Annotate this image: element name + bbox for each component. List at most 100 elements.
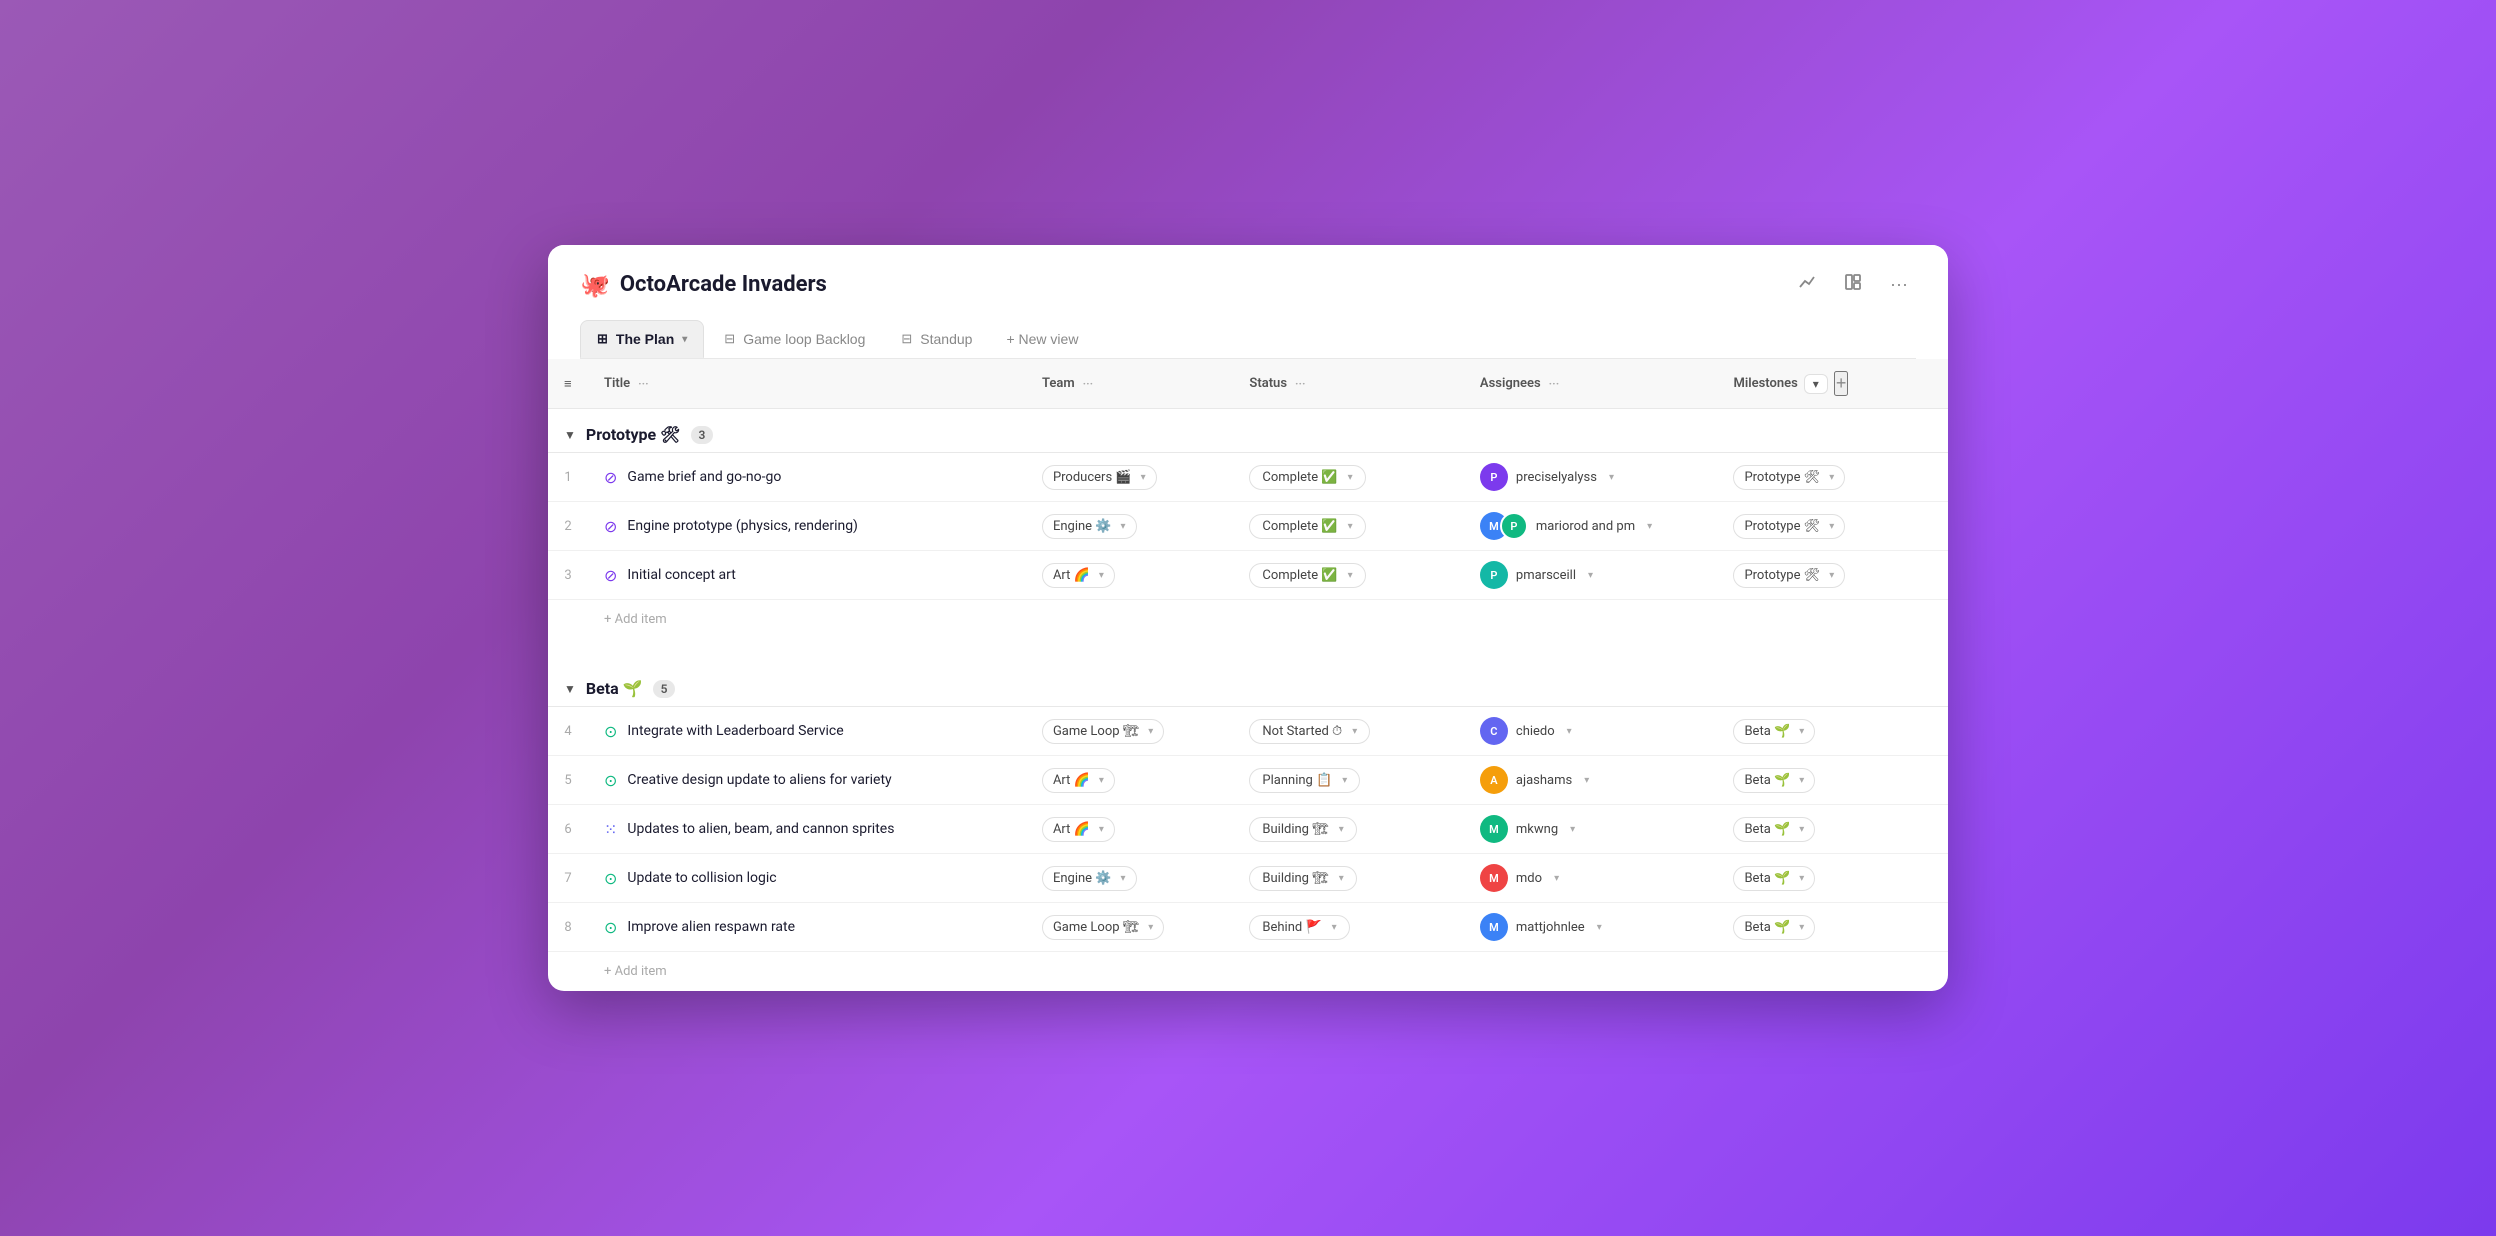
status-tag-2-text: Complete ✅ [1262, 519, 1337, 534]
assignee-5-dropdown[interactable]: ▾ [1584, 775, 1589, 786]
avatar-4: C [1480, 717, 1508, 745]
team-tag-1[interactable]: Producers 🎬 ▾ [1042, 465, 1157, 490]
new-view-label: + New view [1006, 331, 1078, 347]
assignee-8-dropdown[interactable]: ▾ [1597, 922, 1602, 933]
status-column-header: Status ··· [1233, 359, 1464, 409]
status-tag-5[interactable]: Planning 📋 ▾ [1249, 768, 1360, 793]
complete-icon-3: ⊘ [604, 566, 617, 585]
status-cell-8: Behind 🚩 ▾ [1233, 903, 1464, 952]
status-tag-1[interactable]: Complete ✅ ▾ [1249, 465, 1365, 490]
layout-button[interactable] [1836, 269, 1870, 300]
team-tag-4[interactable]: Game Loop 🏗 ▾ [1042, 719, 1164, 744]
milestone-tag-1-dropdown[interactable]: ▾ [1829, 472, 1834, 483]
assignee-name-3: pmarsceill [1516, 568, 1576, 583]
new-view-button[interactable]: + New view [992, 323, 1092, 355]
assignee-6-dropdown[interactable]: ▾ [1570, 824, 1575, 835]
team-tag-6-text: Art 🌈 [1053, 822, 1090, 837]
milestone-tag-3[interactable]: Prototype 🛠 ▾ [1733, 563, 1845, 588]
add-column-button[interactable]: + [1834, 371, 1849, 396]
assignees-col-more-icon[interactable]: ··· [1549, 377, 1560, 391]
milestone-tag-5[interactable]: Beta 🌱 ▾ [1733, 768, 1815, 793]
milestone-tag-7-dropdown[interactable]: ▾ [1799, 873, 1804, 884]
in-progress-icon-7: ⊙ [604, 869, 617, 888]
avatar-6: M [1480, 815, 1508, 843]
status-tag-8[interactable]: Behind 🚩 ▾ [1249, 915, 1349, 940]
status-tag-6[interactable]: Building 🏗 ▾ [1249, 817, 1356, 842]
milestone-tag-8[interactable]: Beta 🌱 ▾ [1733, 915, 1815, 940]
milestone-tag-7-text: Beta 🌱 [1744, 871, 1790, 886]
status-tag-5-dropdown[interactable]: ▾ [1342, 775, 1347, 786]
app-title: 🐙 OctoArcade Invaders [580, 271, 827, 299]
assignee-name-6: mkwng [1516, 822, 1558, 837]
assignee-3-dropdown[interactable]: ▾ [1588, 570, 1593, 581]
team-tag-5[interactable]: Art 🌈 ▾ [1042, 768, 1115, 793]
complete-icon-1: ⊘ [604, 468, 617, 487]
status-tag-3[interactable]: Complete ✅ ▾ [1249, 563, 1365, 588]
status-tag-1-dropdown[interactable]: ▾ [1348, 472, 1353, 483]
assignee-2-dropdown[interactable]: ▾ [1647, 521, 1652, 532]
milestone-tag-4-dropdown[interactable]: ▾ [1799, 726, 1804, 737]
team-tag-5-text: Art 🌈 [1053, 773, 1090, 788]
milestone-tag-6-dropdown[interactable]: ▾ [1799, 824, 1804, 835]
assignee-name-7: mdo [1516, 871, 1542, 886]
milestone-tag-2[interactable]: Prototype 🛠 ▾ [1733, 514, 1845, 539]
milestone-cell-3: Prototype 🛠 ▾ [1717, 551, 1948, 600]
team-tag-5-dropdown[interactable]: ▾ [1099, 775, 1104, 786]
table-row: 3 ⊘ Initial concept art Art 🌈 ▾ [548, 551, 1948, 600]
milestone-tag-8-dropdown[interactable]: ▾ [1799, 922, 1804, 933]
task-title-5: Creative design update to aliens for var… [627, 772, 891, 788]
team-tag-6-dropdown[interactable]: ▾ [1099, 824, 1104, 835]
milestone-tag-7[interactable]: Beta 🌱 ▾ [1733, 866, 1815, 891]
status-tag-7[interactable]: Building 🏗 ▾ [1249, 866, 1356, 891]
assignee-4-dropdown[interactable]: ▾ [1567, 726, 1572, 737]
team-tag-4-dropdown[interactable]: ▾ [1148, 726, 1153, 737]
team-tag-6[interactable]: Art 🌈 ▾ [1042, 817, 1115, 842]
team-tag-2[interactable]: Engine ⚙️ ▾ [1042, 514, 1137, 539]
status-col-more-icon[interactable]: ··· [1295, 377, 1306, 391]
assignee-cell-7: M mdo ▾ [1464, 854, 1718, 903]
status-tag-8-dropdown[interactable]: ▾ [1332, 922, 1337, 933]
status-col-label: Status [1249, 376, 1287, 391]
chart-button[interactable] [1790, 269, 1824, 300]
assignee-1-dropdown[interactable]: ▾ [1609, 472, 1614, 483]
status-tag-2[interactable]: Complete ✅ ▾ [1249, 514, 1365, 539]
team-tag-8-dropdown[interactable]: ▾ [1148, 922, 1153, 933]
status-tag-3-dropdown[interactable]: ▾ [1348, 570, 1353, 581]
team-tag-2-dropdown[interactable]: ▾ [1120, 521, 1125, 532]
tab-standup-label: Standup [920, 331, 972, 347]
team-tag-1-dropdown[interactable]: ▾ [1141, 472, 1146, 483]
add-item-beta-button[interactable]: + Add item [604, 960, 1932, 983]
assignee-7-dropdown[interactable]: ▾ [1554, 873, 1559, 884]
status-tag-6-dropdown[interactable]: ▾ [1339, 824, 1344, 835]
status-tag-2-dropdown[interactable]: ▾ [1348, 521, 1353, 532]
team-tag-3[interactable]: Art 🌈 ▾ [1042, 563, 1115, 588]
filter-column-header: ≡ [548, 359, 588, 409]
task-title-cell-5: ⊙ Creative design update to aliens for v… [588, 756, 1026, 805]
tab-standup[interactable]: ⊟ Standup [885, 321, 988, 357]
assignee-cell-2: M P mariorod and pm ▾ [1464, 502, 1718, 551]
milestone-tag-3-dropdown[interactable]: ▾ [1829, 570, 1834, 581]
title-col-more-icon[interactable]: ··· [638, 377, 649, 391]
milestone-tag-5-dropdown[interactable]: ▾ [1799, 775, 1804, 786]
team-tag-7[interactable]: Engine ⚙️ ▾ [1042, 866, 1137, 891]
team-tag-8[interactable]: Game Loop 🏗 ▾ [1042, 915, 1164, 940]
milestone-cell-1: Prototype 🛠 ▾ [1717, 453, 1948, 502]
status-tag-7-dropdown[interactable]: ▾ [1339, 873, 1344, 884]
tab-the-plan[interactable]: ⊞ The Plan ▾ [580, 320, 704, 358]
prototype-toggle[interactable]: ▼ [564, 428, 576, 442]
task-title-1: Game brief and go-no-go [627, 469, 781, 485]
team-tag-3-dropdown[interactable]: ▾ [1099, 570, 1104, 581]
add-item-prototype-button[interactable]: + Add item [604, 608, 1932, 631]
milestone-tag-4[interactable]: Beta 🌱 ▾ [1733, 719, 1815, 744]
status-tag-4[interactable]: Not Started ⏱ ▾ [1249, 719, 1370, 744]
milestone-tag-1[interactable]: Prototype 🛠 ▾ [1733, 465, 1845, 490]
more-button[interactable]: ··· [1882, 270, 1916, 299]
milestone-tag-2-dropdown[interactable]: ▾ [1829, 521, 1834, 532]
status-tag-4-dropdown[interactable]: ▾ [1352, 726, 1357, 737]
team-col-more-icon[interactable]: ··· [1083, 377, 1094, 391]
milestones-filter-button[interactable]: ▾ [1804, 374, 1828, 394]
milestone-tag-6[interactable]: Beta 🌱 ▾ [1733, 817, 1815, 842]
team-tag-7-dropdown[interactable]: ▾ [1120, 873, 1125, 884]
tab-game-loop[interactable]: ⊟ Game loop Backlog [708, 321, 881, 357]
beta-toggle[interactable]: ▼ [564, 682, 576, 696]
